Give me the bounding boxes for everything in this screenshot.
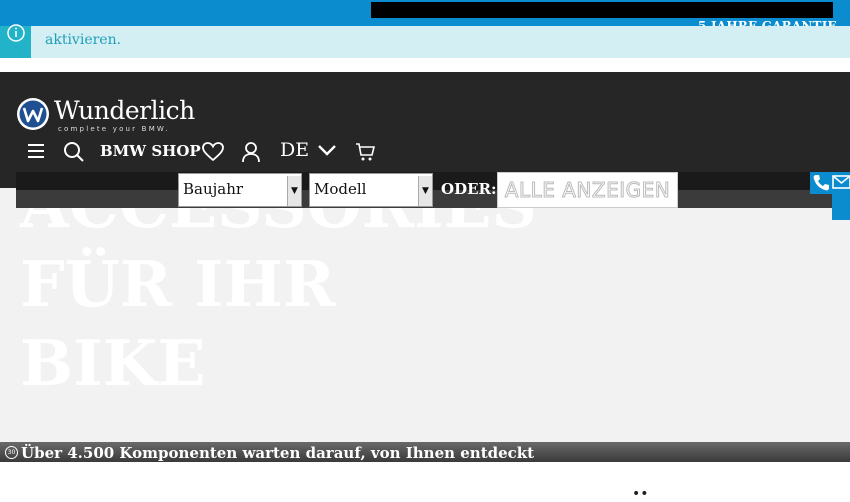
heart-icon[interactable] xyxy=(202,142,224,162)
top-black-strip xyxy=(371,2,833,18)
logo-wordmark: Wunderlich xyxy=(54,96,195,125)
hero-banner: ACCESSORIES FÜR IHR BIKE xyxy=(0,188,850,442)
info-icon xyxy=(7,24,25,42)
model-select-value: Modell xyxy=(314,180,367,198)
components-tagline: Über 4.500 Komponenten warten darauf, vo… xyxy=(21,444,535,462)
hero-title: ACCESSORIES FÜR IHR BIKE xyxy=(20,188,538,400)
or-label: ODER: xyxy=(441,180,497,198)
notice-text[interactable]: aktivieren. xyxy=(45,32,121,48)
year-select-value: Baujahr xyxy=(183,180,244,198)
phone-contact-button[interactable] xyxy=(810,172,832,194)
year-dropdown-arrow-icon[interactable]: ▼ xyxy=(287,176,301,206)
model-dropdown-arrow-icon[interactable]: ▼ xyxy=(418,176,432,206)
bmw-shop-link[interactable]: BMW SHOP xyxy=(100,142,201,160)
menu-icon[interactable] xyxy=(27,143,45,159)
warranty-badge-icon: 30 xyxy=(5,446,18,459)
year-select[interactable]: Baujahr ▼ xyxy=(178,173,302,207)
notice-banner: aktivieren. xyxy=(0,24,850,58)
cart-icon[interactable] xyxy=(355,142,375,162)
email-contact-button[interactable] xyxy=(832,172,850,220)
phone-icon xyxy=(813,175,829,191)
site-header: Wunderlich complete your BMW. BMW SHOP D… xyxy=(0,72,850,188)
user-icon[interactable] xyxy=(241,141,261,163)
language-selector[interactable]: DE xyxy=(280,139,309,161)
wunderlich-emblem-icon xyxy=(17,98,49,130)
model-select[interactable]: Modell ▼ xyxy=(309,173,433,207)
mail-icon xyxy=(832,175,850,189)
top-promo-bar: 5 JAHRE GARANTIE xyxy=(0,0,850,33)
logo-tagline: complete your BMW. xyxy=(58,125,170,133)
chevron-down-icon[interactable] xyxy=(317,143,337,157)
vehicle-filter-bar: Baujahr ▼ Modell ▼ xyxy=(16,172,850,208)
notice-icon-box xyxy=(0,24,31,58)
info-strip: 30 Über 4.500 Komponenten warten darauf,… xyxy=(0,442,850,462)
wunderlich-logo[interactable]: Wunderlich complete your BMW. xyxy=(16,96,196,136)
show-all-button[interactable]: ALLE ANZEIGEN xyxy=(497,172,678,208)
search-icon[interactable] xyxy=(63,141,85,163)
